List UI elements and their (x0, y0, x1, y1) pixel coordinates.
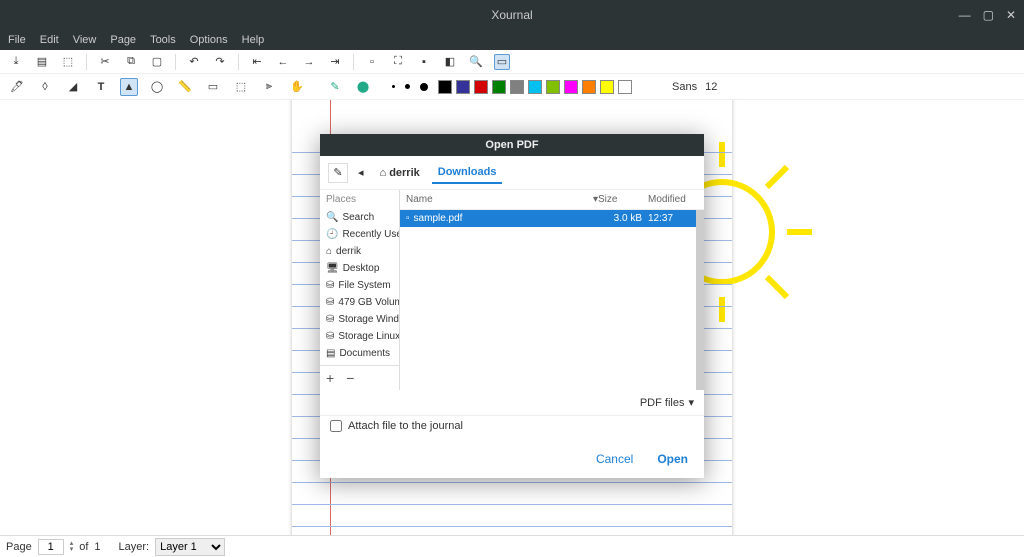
edit-path-button[interactable]: ✎ (328, 163, 348, 183)
file-name: sample.pdf (414, 213, 463, 224)
file-list: Name▾ Size Modified ▫ sample.pdf 3.0 kB12:… (400, 190, 704, 390)
remove-bookmark-button[interactable]: − (346, 370, 354, 386)
file-icon: ▫ (406, 213, 410, 224)
place-search[interactable]: 🔍 Search (320, 209, 399, 226)
attach-file-label: Attach file to the journal (348, 420, 463, 432)
place-479-gb-volume[interactable]: ⛁ 479 GB Volume (320, 294, 399, 311)
cancel-button[interactable]: Cancel (596, 452, 633, 466)
place-label: derrik (336, 246, 361, 257)
places-sidebar: Places 🔍 Search 🕘 Recently Used ⌂ derrik 🖥 Desk… (320, 190, 400, 390)
search-icon: 🔍 (326, 212, 338, 223)
place-label: Documents (339, 348, 390, 359)
place-label: File System (338, 280, 390, 291)
places-header: Places (320, 190, 399, 209)
place-derrik[interactable]: ⌂ derrik (320, 243, 399, 260)
place-label: Storage Linux (338, 331, 399, 342)
breadcrumb-home[interactable]: ⌂derrik (374, 163, 426, 183)
file-filter-combo[interactable]: PDF files▾ (640, 396, 694, 409)
place-label: Storage Windows (338, 314, 399, 325)
add-bookmark-button[interactable]: + (326, 370, 334, 386)
file-modified: 12:37 (648, 213, 698, 224)
place-desktop[interactable]: 🖥 Desktop (320, 260, 399, 277)
place-recently-used[interactable]: 🕘 Recently Used (320, 226, 399, 243)
open-file-dialog: Open PDF ✎ ◂ ⌂derrik Downloads Places 🔍S… (320, 134, 704, 478)
disk-icon: ⛁ (326, 280, 334, 291)
home-icon: ⌂ (380, 167, 387, 179)
home-icon: ⌂ (326, 246, 332, 257)
path-bar: ✎ ◂ ⌂derrik Downloads (320, 156, 704, 190)
file-list-header: Name▾ Size Modified (400, 190, 704, 210)
place-label: Recently Used (342, 229, 399, 240)
file-row[interactable]: ▫ sample.pdf 3.0 kB12:37 (400, 210, 704, 227)
desktop-icon: 🖥 (326, 263, 339, 274)
path-back-button[interactable]: ◂ (354, 166, 368, 179)
file-size: 3.0 kB (598, 213, 648, 224)
disk-icon: ⛁ (326, 297, 334, 308)
place-label: Desktop (343, 263, 380, 274)
col-size[interactable]: Size (598, 194, 648, 205)
clock-icon: 🕘 (326, 229, 338, 240)
disk-icon: ⛁ (326, 331, 334, 342)
place-label: Search (342, 212, 374, 223)
open-button[interactable]: Open (657, 452, 688, 466)
col-name[interactable]: Name (406, 194, 433, 205)
place-storage-linux[interactable]: ⛁ Storage Linux (320, 328, 399, 345)
scrollbar[interactable] (696, 210, 704, 390)
dialog-title: Open PDF (320, 134, 704, 156)
place-label: 479 GB Volume (338, 297, 399, 308)
place-file-system[interactable]: ⛁ File System (320, 277, 399, 294)
place-documents[interactable]: ▤ Documents (320, 345, 399, 362)
folder-icon: ▤ (326, 348, 335, 359)
col-modified[interactable]: Modified (648, 194, 698, 205)
breadcrumb-current[interactable]: Downloads (432, 162, 503, 184)
attach-file-checkbox[interactable] (330, 420, 342, 432)
place-storage-windows[interactable]: ⛁ Storage Windows (320, 311, 399, 328)
disk-icon: ⛁ (326, 314, 334, 325)
chevron-down-icon: ▾ (688, 396, 694, 409)
dialog-backdrop: Open PDF ✎ ◂ ⌂derrik Downloads Places 🔍S… (0, 0, 1024, 557)
